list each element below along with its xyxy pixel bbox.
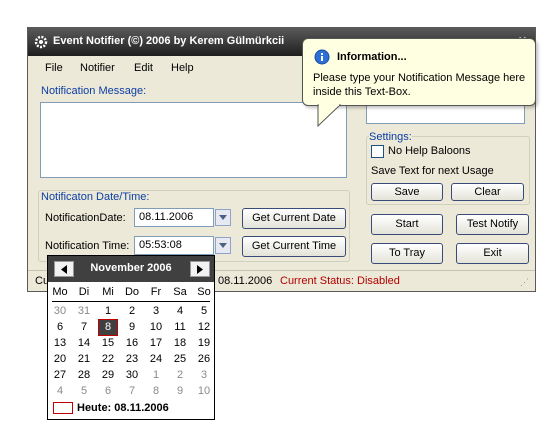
calendar-day[interactable]: 1 — [144, 368, 168, 383]
exit-button[interactable]: Exit — [456, 243, 529, 264]
weekday-header: Do — [124, 286, 140, 298]
calendar-popup: November 2006 Mo Di Mi Do Fr Sa So 30 31 1 2 3 4 5 6 7 8… — [47, 255, 215, 420]
calendar-day[interactable]: 10 — [192, 384, 216, 399]
calendar-day[interactable]: 25 — [168, 352, 192, 367]
calendar-day[interactable]: 3 — [144, 304, 168, 319]
weekday-header: Sa — [173, 286, 187, 298]
next-month-button[interactable] — [190, 261, 210, 277]
notification-date-input[interactable]: 08.11.2006 — [134, 208, 214, 227]
menu-notifier[interactable]: Notifier — [80, 62, 115, 74]
calendar-day[interactable]: 6 — [96, 384, 120, 399]
calendar-day[interactable]: 1 — [96, 304, 120, 319]
menu-file[interactable]: File — [45, 62, 63, 74]
balloon-text: Please type your Notification Message he… — [313, 72, 526, 98]
calendar-day[interactable]: 4 — [48, 384, 72, 399]
clear-button[interactable]: Clear — [451, 183, 524, 201]
weekday-divider — [52, 301, 210, 302]
notification-time-label: Notification Time: — [45, 240, 130, 252]
calendar-day[interactable]: 21 — [72, 352, 96, 367]
start-button[interactable]: Start — [371, 214, 443, 235]
calendar-day[interactable]: 8 — [144, 384, 168, 399]
calendar-day[interactable]: 12 — [192, 320, 216, 335]
date-dropdown-button[interactable] — [215, 209, 231, 226]
weekday-header: Di — [78, 286, 90, 298]
chevron-right-icon — [197, 264, 203, 274]
today-marker — [53, 402, 73, 414]
get-current-time-button[interactable]: Get Current Time — [242, 236, 346, 257]
status-date: 08.11.2006 — [218, 275, 273, 287]
calendar-day[interactable]: 15 — [96, 336, 120, 351]
calendar-day[interactable]: 8 — [98, 319, 118, 336]
calendar-day[interactable]: 16 — [120, 336, 144, 351]
to-tray-button[interactable]: To Tray — [371, 243, 443, 264]
calendar-day[interactable]: 29 — [96, 368, 120, 383]
menu-help[interactable]: Help — [171, 62, 194, 74]
calendar-day[interactable]: 5 — [192, 304, 216, 319]
calendar-day[interactable]: 18 — [168, 336, 192, 351]
status-text: Current Status: Disabled — [280, 275, 400, 287]
save-text-label: Save Text for next Usage — [371, 165, 494, 177]
no-help-balloons-checkbox[interactable] — [371, 145, 384, 158]
calendar-day[interactable]: 3 — [192, 368, 216, 383]
calendar-day[interactable]: 19 — [192, 336, 216, 351]
calendar-day[interactable]: 24 — [144, 352, 168, 367]
time-dropdown-button[interactable] — [215, 237, 231, 254]
calendar-day[interactable]: 9 — [120, 320, 144, 335]
info-balloon: Information... Please type your Notifica… — [302, 38, 536, 106]
resize-grip-icon[interactable]: ⋰ — [520, 277, 529, 288]
notification-time-input[interactable]: 05:53:08 — [134, 236, 214, 255]
calendar-day[interactable]: 17 — [144, 336, 168, 351]
notification-message-input[interactable] — [40, 102, 347, 178]
weekday-header: Fr — [150, 286, 162, 298]
balloon-pointer — [317, 104, 342, 128]
calendar-day[interactable]: 4 — [168, 304, 192, 319]
calendar-day[interactable]: 2 — [168, 368, 192, 383]
calendar-day[interactable]: 6 — [48, 320, 72, 335]
calendar-day[interactable]: 22 — [96, 352, 120, 367]
calendar-day[interactable]: 26 — [192, 352, 216, 367]
calendar-day[interactable]: 23 — [120, 352, 144, 367]
info-icon — [314, 49, 330, 65]
window-title: Event Notifier (©) 2006 by Kerem Gülmürk… — [53, 35, 285, 47]
chevron-down-icon — [219, 215, 227, 220]
calendar-day[interactable]: 7 — [72, 320, 96, 335]
test-notify-button[interactable]: Test Notify — [456, 214, 529, 235]
calendar-day[interactable]: 27 — [48, 368, 72, 383]
weekday-header: So — [197, 286, 211, 298]
menu-edit[interactable]: Edit — [134, 62, 153, 74]
calendar-day[interactable]: 10 — [144, 320, 168, 335]
notification-message-label: Notification Message: — [41, 85, 147, 97]
calendar-day[interactable]: 2 — [120, 304, 144, 319]
weekday-header: Mi — [102, 286, 114, 298]
calendar-day[interactable]: 11 — [168, 320, 192, 335]
calendar-day[interactable]: 9 — [168, 384, 192, 399]
settings-group-label: Settings: — [369, 131, 412, 143]
calendar-grid: Mo Di Mi Do Fr Sa So 30 31 1 2 3 4 5 6 7 8 9 10 11 12 13 14 15 1… — [48, 286, 214, 400]
get-current-date-button[interactable]: Get Current Date — [242, 208, 346, 229]
datetime-group-label: Notificaton Date/Time: — [41, 191, 150, 203]
calendar-day[interactable]: 30 — [48, 304, 72, 319]
chevron-down-icon — [219, 243, 227, 248]
save-button[interactable]: Save — [371, 183, 443, 201]
today-label[interactable]: Heute: 08.11.2006 — [77, 402, 169, 414]
calendar-day[interactable]: 31 — [72, 304, 96, 319]
calendar-day[interactable]: 13 — [48, 336, 72, 351]
no-help-balloons-label: No Help Baloons — [388, 145, 471, 157]
notification-date-label: NotificationDate: — [45, 212, 126, 224]
weekday-header: Mo — [52, 286, 68, 298]
calendar-day[interactable]: 20 — [48, 352, 72, 367]
calendar-day[interactable]: 28 — [72, 368, 96, 383]
calendar-day[interactable]: 5 — [72, 384, 96, 399]
app-gear-icon — [34, 35, 48, 49]
calendar-day[interactable]: 30 — [120, 368, 144, 383]
calendar-day[interactable]: 7 — [120, 384, 144, 399]
calendar-day[interactable]: 14 — [72, 336, 96, 351]
balloon-title: Information... — [337, 51, 407, 63]
